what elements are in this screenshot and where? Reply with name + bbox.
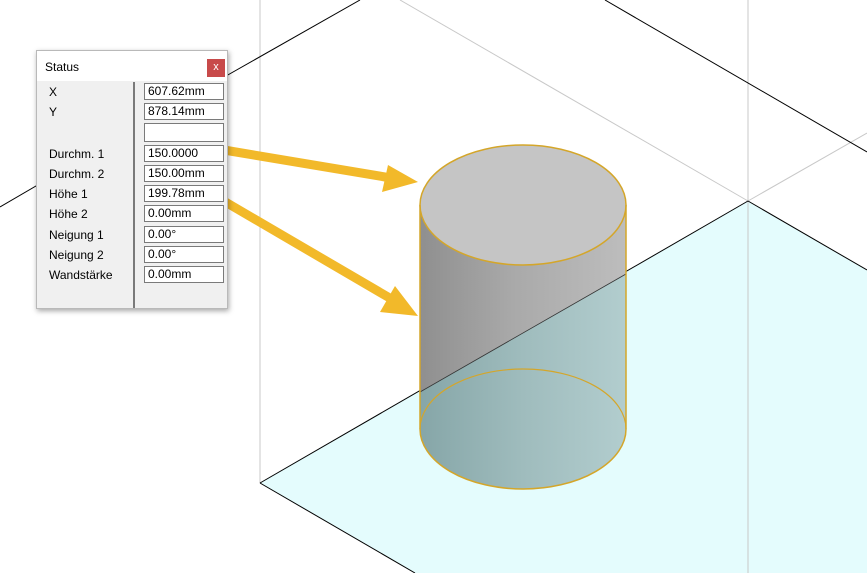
- label-neigung-1: Neigung 1: [49, 228, 104, 242]
- field-neigung-1[interactable]: 0.00°: [144, 226, 224, 243]
- field-neigung-2[interactable]: 0.00°: [144, 246, 224, 263]
- label-hoehe-2: Höhe 2: [49, 207, 88, 221]
- field-empty[interactable]: [144, 123, 224, 142]
- field-hoehe-1[interactable]: 199.78mm: [144, 185, 224, 202]
- field-wandstaerke[interactable]: 0.00mm: [144, 266, 224, 283]
- label-y: Y: [49, 105, 58, 119]
- cylinder[interactable]: [419, 144, 627, 490]
- label-neigung-2: Neigung 2: [49, 248, 104, 262]
- arrow-diameter: [219, 145, 390, 182]
- arrow-diameter-head: [382, 165, 418, 192]
- cylinder-top-face: [419, 144, 627, 266]
- label-x: X: [49, 85, 58, 99]
- panel-title: Status: [45, 60, 80, 74]
- field-y[interactable]: 878.14mm: [144, 103, 224, 120]
- annotation-arrows: [205, 145, 418, 316]
- column-divider[interactable]: [133, 82, 135, 308]
- field-hoehe-2[interactable]: 0.00mm: [144, 205, 224, 222]
- close-button[interactable]: x: [207, 59, 225, 77]
- arrow-height: [205, 188, 393, 302]
- field-durchm-2[interactable]: 150.00mm: [144, 165, 224, 182]
- label-wandstaerke: Wandstärke: [49, 268, 113, 282]
- status-titlebar[interactable]: Status x: [37, 51, 227, 81]
- field-durchm-1[interactable]: 150.0000: [144, 145, 224, 162]
- label-durchm-2: Durchm. 2: [49, 167, 105, 181]
- label-durchm-1: Durchm. 1: [49, 147, 105, 161]
- status-panel: Status x X 607.62mm Y 878.14mm Durchm. 1…: [36, 50, 228, 309]
- field-x[interactable]: 607.62mm: [144, 83, 224, 100]
- label-hoehe-1: Höhe 1: [49, 187, 88, 201]
